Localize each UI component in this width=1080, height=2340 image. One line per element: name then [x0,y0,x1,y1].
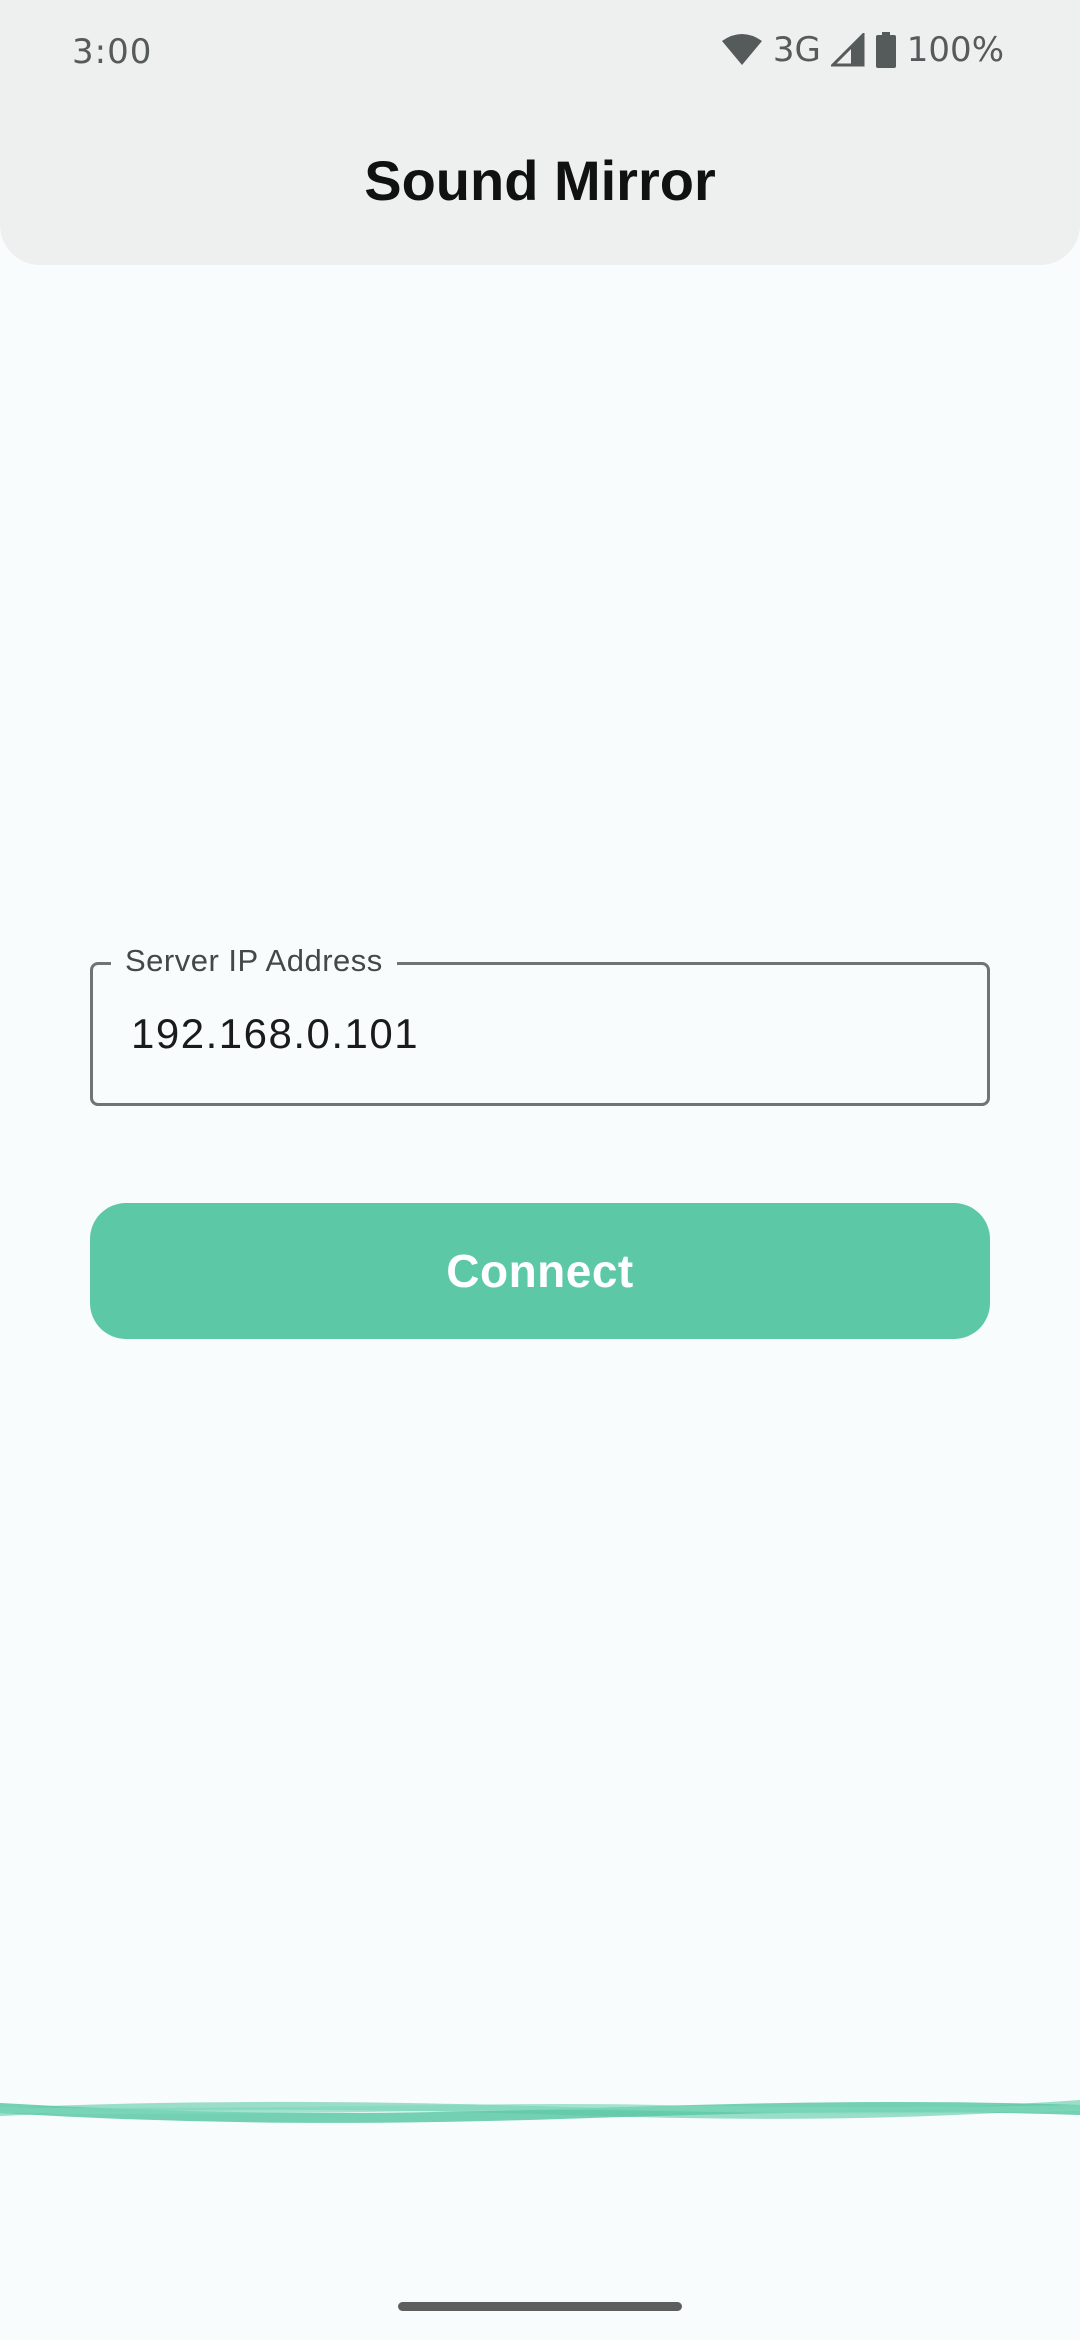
signal-icon [830,33,865,67]
server-ip-label: Server IP Address [111,943,397,979]
server-ip-input[interactable]: 192.168.0.101 [131,1010,419,1058]
status-icons: 3G 100% [721,30,1004,70]
wifi-icon [721,33,763,67]
app-screen: 3:00 3G 100% Sound Mirror Server IP Addr… [0,0,1080,2340]
status-time: 3:00 [72,32,153,72]
server-ip-field[interactable]: Server IP Address 192.168.0.101 [90,943,990,1106]
network-type: 3G [772,30,821,70]
page-title: Sound Mirror [364,149,716,212]
audio-wave-decoration [0,2100,1080,2123]
connect-button[interactable]: Connect [90,1203,990,1339]
top-app-bar: 3:00 3G 100% Sound Mirror [0,0,1080,265]
home-indicator[interactable] [398,2302,682,2311]
battery-icon [875,32,897,68]
battery-percent: 100% [906,30,1004,70]
